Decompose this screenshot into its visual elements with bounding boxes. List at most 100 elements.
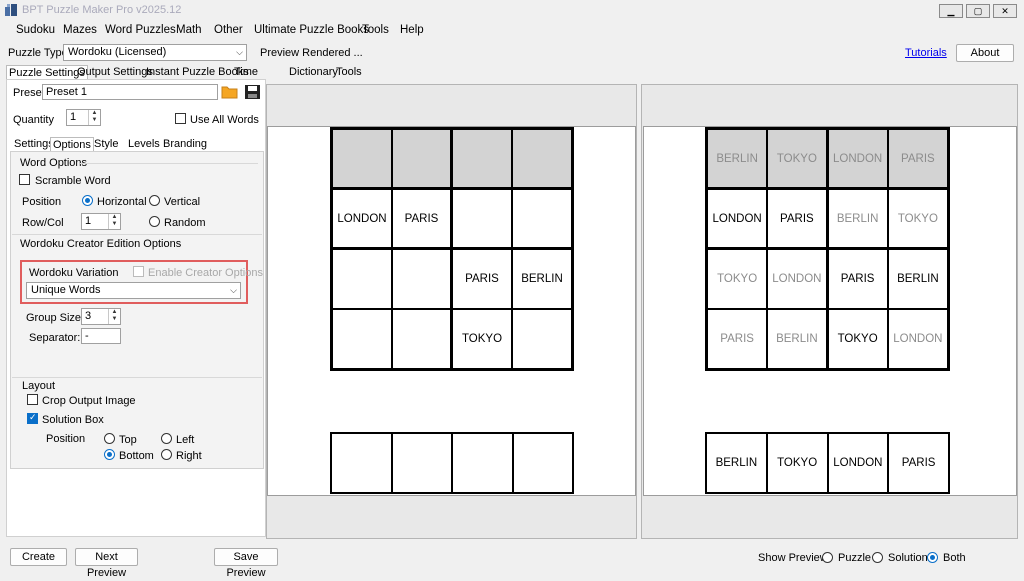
puzzle-word-cell bbox=[512, 433, 573, 493]
maximize-button[interactable]: ▢ bbox=[966, 4, 990, 18]
save-icon[interactable] bbox=[244, 84, 261, 100]
enable-creator-checkbox[interactable] bbox=[133, 266, 144, 277]
left-radio[interactable] bbox=[161, 433, 172, 444]
crop-output-checkbox[interactable] bbox=[27, 394, 38, 405]
preset-input[interactable]: Preset 1 bbox=[42, 84, 218, 100]
solution-cell: BERLIN bbox=[827, 189, 888, 249]
puzzle-type-dropdown[interactable]: Wordoku (Licensed) ⌵ bbox=[63, 44, 247, 61]
horizontal-radio[interactable] bbox=[82, 195, 93, 206]
solution-cell: PARIS bbox=[887, 129, 948, 189]
tutorials-link[interactable]: Tutorials bbox=[905, 47, 947, 59]
rowcol-label: Row/Col bbox=[22, 217, 64, 229]
preview-status: Preview Rendered ... bbox=[260, 47, 363, 59]
menu-help[interactable]: Help bbox=[400, 24, 424, 36]
menu-other[interactable]: Other bbox=[214, 24, 243, 36]
puzzle-cell bbox=[332, 249, 392, 309]
right-radio[interactable] bbox=[161, 449, 172, 460]
minimize-button[interactable]: ▁ bbox=[939, 4, 963, 18]
menu-ultimate-puzzle-books[interactable]: Ultimate Puzzle Books bbox=[254, 24, 369, 36]
tab-branding[interactable]: Branding bbox=[161, 137, 209, 151]
show-preview-label: Show Preview: bbox=[758, 552, 831, 564]
menu-tools[interactable]: Tools bbox=[362, 24, 389, 36]
solution-cell: TOKYO bbox=[767, 129, 828, 189]
solution-cell: TOKYO bbox=[827, 309, 888, 369]
spin-arrows-icon[interactable]: ▲ ▼ bbox=[108, 309, 120, 324]
rowcol-stepper[interactable]: 1 ▲ ▼ bbox=[81, 213, 121, 230]
solution-cell: TOKYO bbox=[707, 249, 768, 309]
group-size-stepper[interactable]: 3 ▲ ▼ bbox=[81, 308, 121, 325]
maximize-icon: ▢ bbox=[973, 6, 983, 16]
menu-math[interactable]: Math bbox=[176, 24, 202, 36]
solution-box-checkbox[interactable] bbox=[27, 412, 38, 424]
tab-dictionary[interactable]: Dictionary bbox=[287, 65, 340, 79]
puzzle-cell bbox=[392, 309, 452, 369]
solution-cell: LONDON bbox=[767, 249, 828, 309]
preset-label: Preset bbox=[13, 87, 45, 99]
tab-levels[interactable]: Levels bbox=[126, 137, 162, 151]
solution-cell: PARIS bbox=[707, 309, 768, 369]
menu-sudoku[interactable]: Sudoku bbox=[16, 24, 55, 36]
puzzle-cell: TOKYO bbox=[452, 309, 512, 369]
puzzle-cell: PARIS bbox=[392, 189, 452, 249]
spin-arrows-icon[interactable]: ▲ ▼ bbox=[88, 110, 100, 125]
solution-word-cell: PARIS bbox=[888, 433, 949, 493]
puzzle-cell bbox=[392, 249, 452, 309]
vertical-radio[interactable] bbox=[149, 195, 160, 206]
main-tabs: Puzzle Settings Output Settings Instant … bbox=[6, 65, 362, 92]
tab-time-saver[interactable]: Time Saver bbox=[232, 65, 266, 92]
show-both-radio[interactable] bbox=[927, 552, 938, 563]
show-puzzle-label: Puzzle bbox=[838, 552, 872, 564]
puzzle-cell bbox=[512, 129, 572, 189]
puzzle-cell bbox=[332, 309, 392, 369]
group-size-label: Group Size bbox=[26, 312, 82, 324]
crop-output-label: Crop Output Image bbox=[42, 395, 136, 407]
about-button[interactable]: About bbox=[956, 44, 1014, 62]
puzzle-cell bbox=[452, 129, 512, 189]
scramble-word-checkbox[interactable] bbox=[19, 174, 30, 185]
bottom-label: Bottom bbox=[119, 450, 154, 462]
save-preview-button[interactable]: Save Preview bbox=[214, 548, 278, 579]
bottom-radio[interactable] bbox=[104, 449, 115, 460]
layout-position-label: Position bbox=[46, 433, 86, 445]
solution-cell: BERLIN bbox=[707, 129, 768, 189]
horizontal-label: Horizontal bbox=[97, 196, 147, 208]
title-bar: BPT Puzzle Maker Pro v2025.12 ▁ ▢ ✕ bbox=[0, 0, 1024, 22]
quantity-stepper[interactable]: 1 ▲ ▼ bbox=[66, 109, 101, 126]
tab-tools[interactable]: Tools bbox=[334, 65, 364, 79]
solution-cell: TOKYO bbox=[887, 189, 948, 249]
menu-word-puzzles[interactable]: Word Puzzles bbox=[105, 24, 176, 36]
solution-word-cell: LONDON bbox=[827, 433, 889, 493]
close-icon: ✕ bbox=[1001, 6, 1009, 16]
spin-arrows-icon[interactable]: ▲ ▼ bbox=[108, 214, 120, 229]
menu-mazes[interactable]: Mazes bbox=[63, 24, 97, 36]
wordoku-variation-dropdown[interactable]: Unique Words ⌵ bbox=[26, 282, 241, 299]
show-solution-label: Solution bbox=[888, 552, 928, 564]
puzzle-word-cell bbox=[331, 433, 392, 493]
puzzle-cell: PARIS bbox=[452, 249, 512, 309]
random-radio[interactable] bbox=[149, 216, 160, 227]
solution-cell: LONDON bbox=[887, 309, 948, 369]
app-logo-icon bbox=[5, 4, 17, 16]
puzzle-type-label: Puzzle Type bbox=[8, 47, 68, 59]
divider bbox=[12, 377, 262, 378]
tab-options[interactable]: Options bbox=[50, 137, 94, 152]
solution-box-label: Solution Box bbox=[42, 414, 104, 426]
show-puzzle-radio[interactable] bbox=[822, 552, 833, 563]
chevron-down-icon: ⌵ bbox=[230, 285, 237, 295]
create-button[interactable]: Create bbox=[10, 548, 67, 566]
enable-creator-label: Enable Creator Options bbox=[148, 267, 263, 279]
show-solution-radio[interactable] bbox=[872, 552, 883, 563]
separator-input[interactable]: - bbox=[81, 328, 121, 344]
top-label: Top bbox=[119, 434, 137, 446]
solution-cell: LONDON bbox=[707, 189, 768, 249]
open-folder-icon[interactable] bbox=[221, 84, 238, 100]
creator-options-title: Wordoku Creator Edition Options bbox=[20, 238, 182, 250]
random-label: Random bbox=[164, 217, 206, 229]
tab-style[interactable]: Style bbox=[92, 137, 120, 151]
tab-output-settings[interactable]: Output Settings bbox=[75, 65, 155, 79]
layout-title: Layout bbox=[22, 380, 56, 392]
close-button[interactable]: ✕ bbox=[993, 4, 1017, 18]
use-all-words-checkbox[interactable] bbox=[175, 113, 186, 124]
top-radio[interactable] bbox=[104, 433, 115, 444]
next-preview-button[interactable]: Next Preview bbox=[75, 548, 138, 579]
